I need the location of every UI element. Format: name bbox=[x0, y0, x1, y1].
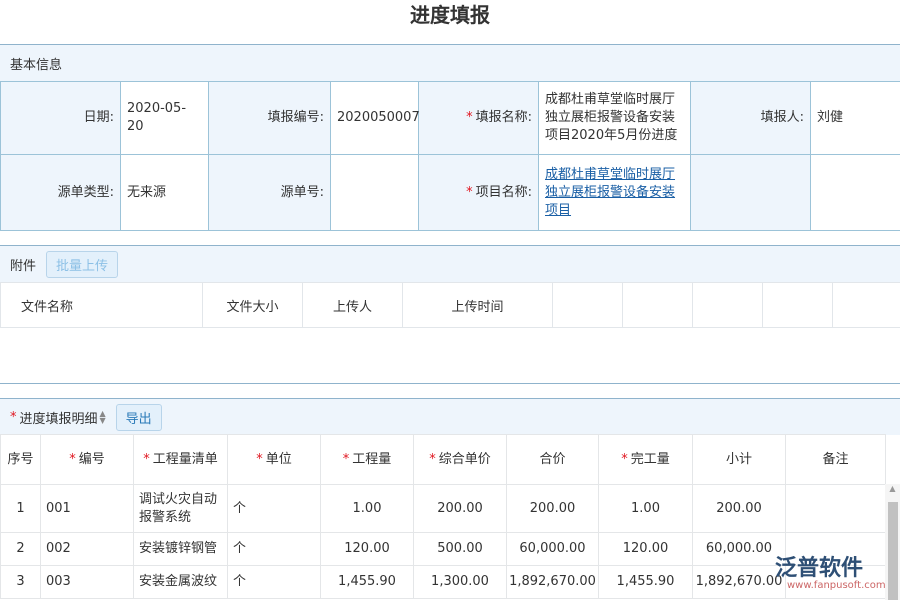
table-cell: 1,892,670.00 bbox=[507, 566, 599, 599]
src-no-field[interactable] bbox=[331, 155, 419, 231]
empty-label bbox=[691, 155, 811, 231]
detail-table: 序号*编号*工程量清单*单位*工程量*综合单价合价*完工量小计备注 1001调试火… bbox=[0, 434, 886, 599]
attachment-header: 附件 批量上传 bbox=[0, 245, 900, 282]
project-label: *项目名称: bbox=[419, 155, 539, 231]
col-header bbox=[693, 283, 763, 328]
table-cell: 60,000.00 bbox=[693, 533, 786, 566]
logo: 泛普软件www.fanpusoft.com bbox=[775, 550, 886, 591]
attachment-table: 文件名称 文件大小 上传人 上传时间 bbox=[0, 282, 900, 328]
table-row[interactable]: 2002安装镀锌钢管个120.00500.0060,000.00120.0060… bbox=[1, 533, 886, 566]
table-cell: 安装金属波纹 bbox=[134, 566, 228, 599]
scrollbar[interactable]: ▲ bbox=[885, 484, 900, 600]
detail-header: *进度填报明细 ▲▼ 导出 bbox=[0, 398, 900, 435]
page-title: 进度填报 bbox=[0, 0, 900, 30]
scroll-up-icon[interactable]: ▲ bbox=[885, 484, 900, 493]
col-header bbox=[553, 283, 623, 328]
src-type-field[interactable]: 无来源 bbox=[121, 155, 209, 231]
table-cell: 1 bbox=[1, 485, 41, 533]
code-field[interactable]: 2020050007 bbox=[331, 82, 419, 155]
divider bbox=[0, 383, 900, 384]
date-field[interactable]: 2020-05-20 bbox=[121, 82, 209, 155]
col-header: 小计 bbox=[693, 435, 786, 485]
col-header: 备注 bbox=[786, 435, 886, 485]
table-cell: 60,000.00 bbox=[507, 533, 599, 566]
table-cell: 003 bbox=[41, 566, 134, 599]
col-header: 上传时间 bbox=[403, 283, 553, 328]
col-header: 上传人 bbox=[303, 283, 403, 328]
table-cell: 500.00 bbox=[414, 533, 507, 566]
batch-upload-button[interactable]: 批量上传 bbox=[46, 251, 118, 278]
table-cell: 1,455.90 bbox=[321, 566, 414, 599]
section-title: 进度填报明细 bbox=[20, 408, 98, 427]
basic-info-table: 日期: 2020-05-20 填报编号: 2020050007 *填报名称: 成… bbox=[0, 81, 900, 231]
table-cell: 1,455.90 bbox=[599, 566, 693, 599]
table-cell: 3 bbox=[1, 566, 41, 599]
code-label: 填报编号: bbox=[209, 82, 331, 155]
table-cell: 001 bbox=[41, 485, 134, 533]
col-header: *单位 bbox=[228, 435, 321, 485]
scroll-thumb[interactable] bbox=[888, 502, 898, 600]
reporter-label: 填报人: bbox=[691, 82, 811, 155]
table-cell: 调试火灾自动报警系统 bbox=[134, 485, 228, 533]
reporter-field[interactable]: 刘健 bbox=[811, 82, 900, 155]
table-cell: 1,892,670.00 bbox=[693, 566, 786, 599]
table-cell: 个 bbox=[228, 485, 321, 533]
name-field[interactable]: 成都杜甫草堂临时展厅独立展柜报警设备安装项目2020年5月份进度 bbox=[539, 82, 691, 155]
empty-field bbox=[811, 155, 900, 231]
col-header: 文件名称 bbox=[1, 283, 203, 328]
table-cell: 200.00 bbox=[693, 485, 786, 533]
table-cell: 1,300.00 bbox=[414, 566, 507, 599]
table-cell: 002 bbox=[41, 533, 134, 566]
sort-icon[interactable]: ▲▼ bbox=[100, 410, 106, 424]
col-header: *综合单价 bbox=[414, 435, 507, 485]
col-header bbox=[763, 283, 833, 328]
src-no-label: 源单号: bbox=[209, 155, 331, 231]
table-row[interactable]: 1001调试火灾自动报警系统个1.00200.00200.001.00200.0… bbox=[1, 485, 886, 533]
project-link[interactable]: 成都杜甫草堂临时展厅独立展柜报警设备安装项目 bbox=[545, 167, 675, 218]
table-cell: 个 bbox=[228, 533, 321, 566]
col-header bbox=[623, 283, 693, 328]
col-header: *工程量清单 bbox=[134, 435, 228, 485]
table-cell: 1.00 bbox=[321, 485, 414, 533]
table-cell: 安装镀锌钢管 bbox=[134, 533, 228, 566]
col-header: 合价 bbox=[507, 435, 599, 485]
table-cell: 200.00 bbox=[507, 485, 599, 533]
col-header: *工程量 bbox=[321, 435, 414, 485]
table-cell: 2 bbox=[1, 533, 41, 566]
col-header: 序号 bbox=[1, 435, 41, 485]
basic-info-header: 基本信息 bbox=[0, 44, 900, 81]
col-header: *完工量 bbox=[599, 435, 693, 485]
table-cell: 个 bbox=[228, 566, 321, 599]
table-cell: 200.00 bbox=[414, 485, 507, 533]
src-type-label: 源单类型: bbox=[1, 155, 121, 231]
table-cell: 1.00 bbox=[599, 485, 693, 533]
section-title: 附件 bbox=[10, 255, 36, 274]
project-field[interactable]: 成都杜甫草堂临时展厅独立展柜报警设备安装项目 bbox=[539, 155, 691, 231]
table-cell bbox=[786, 485, 886, 533]
col-header: 文件大小 bbox=[203, 283, 303, 328]
col-header: *编号 bbox=[41, 435, 134, 485]
date-label: 日期: bbox=[1, 82, 121, 155]
table-cell: 120.00 bbox=[599, 533, 693, 566]
table-cell: 120.00 bbox=[321, 533, 414, 566]
export-button[interactable]: 导出 bbox=[116, 404, 162, 431]
col-header bbox=[833, 283, 900, 328]
table-row[interactable]: 3003安装金属波纹个1,455.901,300.001,892,670.001… bbox=[1, 566, 886, 599]
name-label: *填报名称: bbox=[419, 82, 539, 155]
section-title: 基本信息 bbox=[10, 54, 62, 73]
